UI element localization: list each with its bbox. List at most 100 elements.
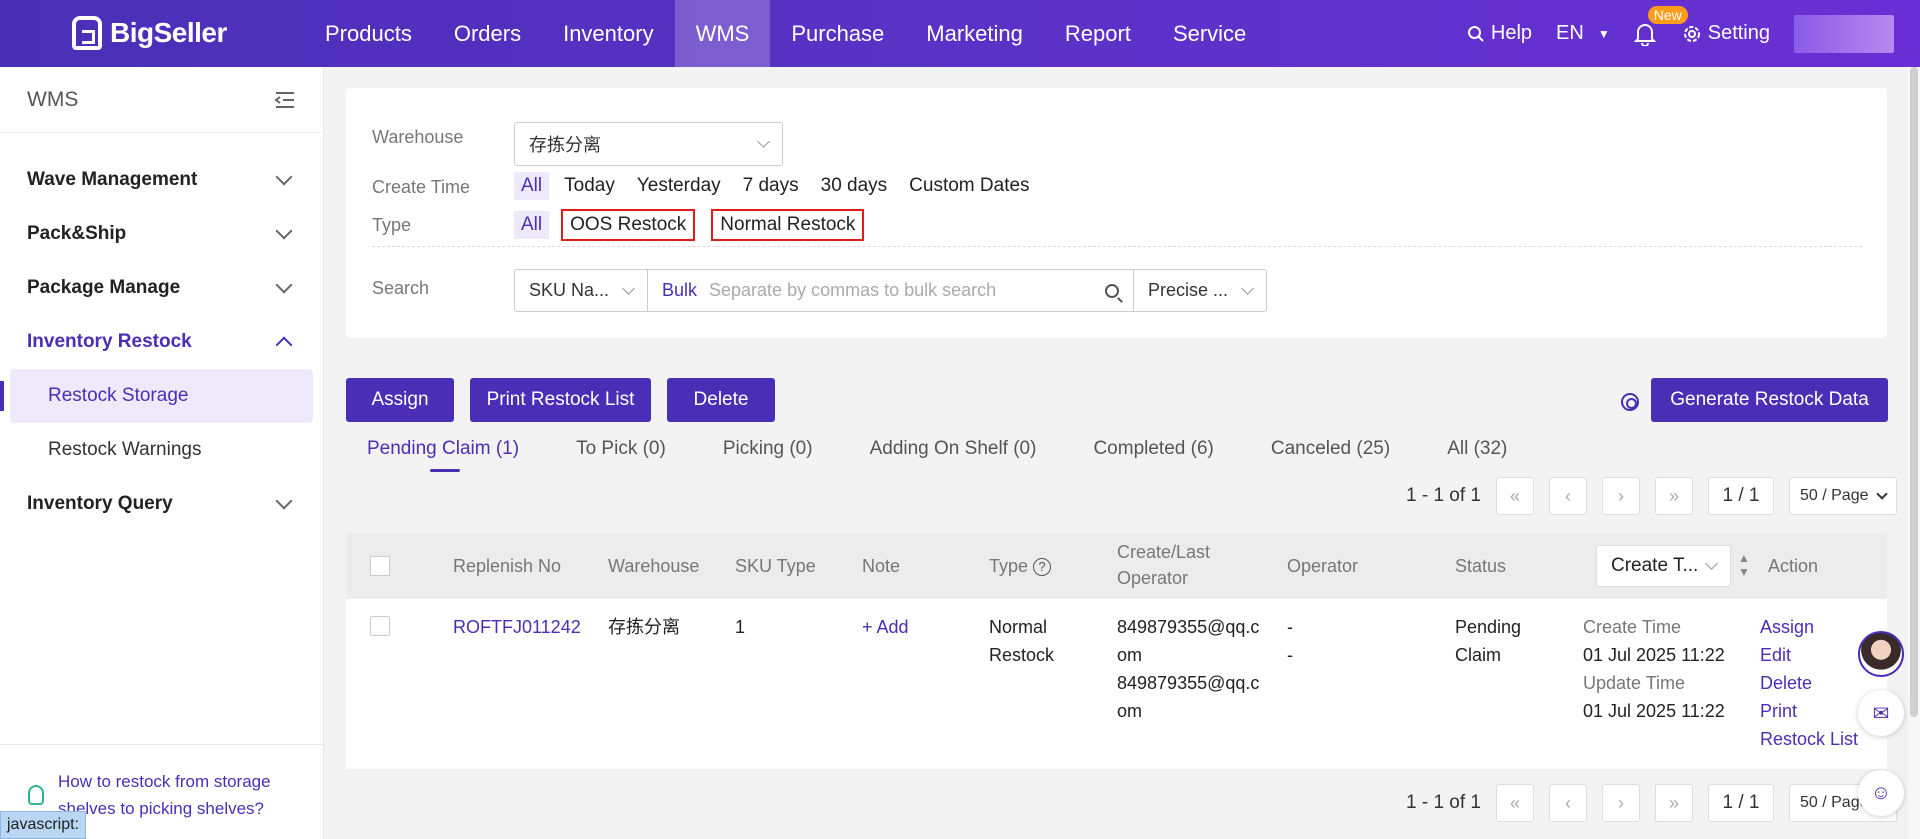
- nav-wms[interactable]: WMS: [674, 0, 771, 67]
- row-checkbox[interactable]: [370, 616, 390, 636]
- search-field-select[interactable]: SKU Na...: [515, 270, 648, 311]
- tab-canceled[interactable]: Canceled (25): [1271, 438, 1390, 472]
- page-indicator[interactable]: 1 / 1: [1708, 784, 1774, 822]
- tab-completed[interactable]: Completed (6): [1093, 438, 1213, 472]
- collapse-menu-icon[interactable]: [274, 91, 296, 109]
- prev-page-icon[interactable]: ‹: [1549, 784, 1587, 822]
- first-page-icon[interactable]: «: [1496, 784, 1534, 822]
- row-last-operator-email-cont: om: [1117, 701, 1143, 721]
- lightbulb-icon: [28, 785, 44, 805]
- search-icon: [1467, 25, 1484, 42]
- replenish-no-link[interactable]: ROFTFJ011242: [453, 613, 581, 641]
- help-question-icon[interactable]: ?: [1033, 558, 1052, 577]
- tab-picking[interactable]: Picking (0): [723, 438, 813, 472]
- support-agent-avatar[interactable]: [1858, 631, 1904, 677]
- nav-orders[interactable]: Orders: [433, 0, 542, 67]
- sidebar-item-package-manage[interactable]: Package Manage: [0, 261, 323, 315]
- last-page-icon[interactable]: »: [1655, 477, 1693, 515]
- search-group: SKU Na... Bulk Separate by commas to bul…: [514, 269, 1267, 312]
- next-page-icon[interactable]: ›: [1602, 477, 1640, 515]
- assign-button[interactable]: Assign: [346, 378, 454, 422]
- tab-to-pick[interactable]: To Pick (0): [576, 438, 666, 472]
- page-indicator[interactable]: 1 / 1: [1708, 477, 1774, 515]
- row-edit-link[interactable]: Edit: [1760, 641, 1791, 669]
- warehouse-select[interactable]: 存拣分离: [514, 122, 783, 166]
- bigseller-logo-icon: [72, 16, 102, 50]
- column-settings-icon[interactable]: [1621, 393, 1639, 411]
- chat-icon[interactable]: ✉: [1858, 690, 1904, 736]
- sidebar-item-wave-management[interactable]: Wave Management: [0, 153, 323, 207]
- sort-toggle-icon[interactable]: ▲ ▼: [1738, 551, 1750, 579]
- chevron-up-icon: [275, 336, 293, 354]
- top-navbar: BigSeller Products Orders Inventory WMS …: [0, 0, 1920, 67]
- row-delete-link[interactable]: Delete: [1760, 669, 1812, 697]
- row-assign-link[interactable]: Assign: [1760, 613, 1814, 641]
- type-all[interactable]: All: [514, 211, 550, 239]
- col-status: Status: [1455, 556, 1507, 576]
- type-normal-restock[interactable]: Normal Restock: [711, 209, 865, 241]
- nav-service[interactable]: Service: [1152, 0, 1267, 67]
- setting-button[interactable]: Setting: [1682, 22, 1770, 45]
- help-button[interactable]: Help: [1467, 22, 1532, 45]
- nav-marketing[interactable]: Marketing: [905, 0, 1044, 67]
- select-all-checkbox[interactable]: [370, 556, 390, 576]
- next-page-icon[interactable]: ›: [1602, 784, 1640, 822]
- generate-restock-data-button[interactable]: Generate Restock Data: [1651, 378, 1888, 422]
- nav-inventory[interactable]: Inventory: [542, 0, 675, 67]
- sidebar-item-label: Pack&Ship: [27, 223, 127, 244]
- smile-feedback-icon[interactable]: ☺: [1858, 770, 1904, 816]
- tab-all[interactable]: All (32): [1447, 438, 1507, 472]
- sidebar-item-pack-ship[interactable]: Pack&Ship: [0, 207, 323, 261]
- top-right-tools: Help EN ▼ New Setting: [1467, 0, 1920, 67]
- col-create-last-operator: Create/Last Operator: [1117, 542, 1211, 588]
- brand-name: BigSeller: [110, 17, 227, 48]
- update-time-label: Update Time: [1583, 673, 1686, 693]
- nav-report[interactable]: Report: [1044, 0, 1152, 67]
- restock-help-link[interactable]: How to restock from storage shelves to p…: [58, 772, 271, 818]
- create-time-all[interactable]: All: [514, 172, 550, 200]
- create-time-today[interactable]: Today: [557, 172, 622, 200]
- notification-button[interactable]: New: [1633, 5, 1688, 47]
- print-restock-list-button[interactable]: Print Restock List: [470, 378, 651, 422]
- scrollbar-thumb[interactable]: [1910, 67, 1918, 717]
- divider: [372, 246, 1862, 247]
- create-time-30days[interactable]: 30 days: [814, 172, 895, 200]
- page-size-select[interactable]: 50 / Page: [1789, 477, 1897, 515]
- nav-purchase[interactable]: Purchase: [770, 0, 905, 67]
- language-label: EN: [1556, 22, 1584, 44]
- create-time-custom[interactable]: Custom Dates: [902, 172, 1036, 200]
- chevron-down-icon: [757, 135, 770, 148]
- delete-button[interactable]: Delete: [667, 378, 775, 422]
- prev-page-icon[interactable]: ‹: [1549, 477, 1587, 515]
- create-time-7days[interactable]: 7 days: [736, 172, 806, 200]
- chevron-down-icon: [275, 276, 293, 294]
- search-input[interactable]: Bulk Separate by commas to bulk search: [648, 270, 1134, 311]
- col-type: Type ?: [989, 552, 1052, 580]
- brand-logo[interactable]: BigSeller: [72, 16, 227, 50]
- search-icon[interactable]: [1105, 283, 1119, 298]
- last-page-icon[interactable]: »: [1655, 784, 1693, 822]
- create-time-yesterday[interactable]: Yesterday: [630, 172, 728, 200]
- tab-pending-claim[interactable]: Pending Claim (1): [367, 438, 519, 472]
- row-print-restock-list-link[interactable]: Print Restock List: [1760, 697, 1860, 753]
- bulk-search-toggle[interactable]: Bulk: [662, 280, 697, 301]
- add-note-button[interactable]: + Add: [862, 613, 909, 641]
- sidebar-item-inventory-restock[interactable]: Inventory Restock: [0, 315, 323, 369]
- sidebar-subitem-restock-storage[interactable]: Restock Storage: [0, 369, 313, 423]
- type-oos-restock[interactable]: OOS Restock: [561, 209, 696, 241]
- sort-field-select[interactable]: Create T...: [1596, 545, 1731, 587]
- tab-adding-on-shelf[interactable]: Adding On Shelf (0): [870, 438, 1037, 472]
- first-page-icon[interactable]: «: [1496, 477, 1534, 515]
- language-selector[interactable]: EN ▼: [1556, 22, 1610, 45]
- sidebar-item-inventory-query[interactable]: Inventory Query: [0, 477, 323, 531]
- bell-icon: [1633, 23, 1657, 47]
- nav-products[interactable]: Products: [304, 0, 433, 67]
- sidebar-item-label: Wave Management: [27, 169, 198, 190]
- match-mode-select[interactable]: Precise ...: [1134, 270, 1266, 311]
- row-last-operator-email: 849879355@qq.c: [1117, 673, 1260, 693]
- user-account[interactable]: [1794, 14, 1894, 53]
- col-sku-type: SKU Type: [735, 556, 816, 576]
- page-scrollbar[interactable]: [1908, 67, 1920, 839]
- update-time-value: 01 Jul 2025 11:22: [1583, 701, 1725, 721]
- sidebar-subitem-restock-warnings[interactable]: Restock Warnings: [10, 423, 313, 477]
